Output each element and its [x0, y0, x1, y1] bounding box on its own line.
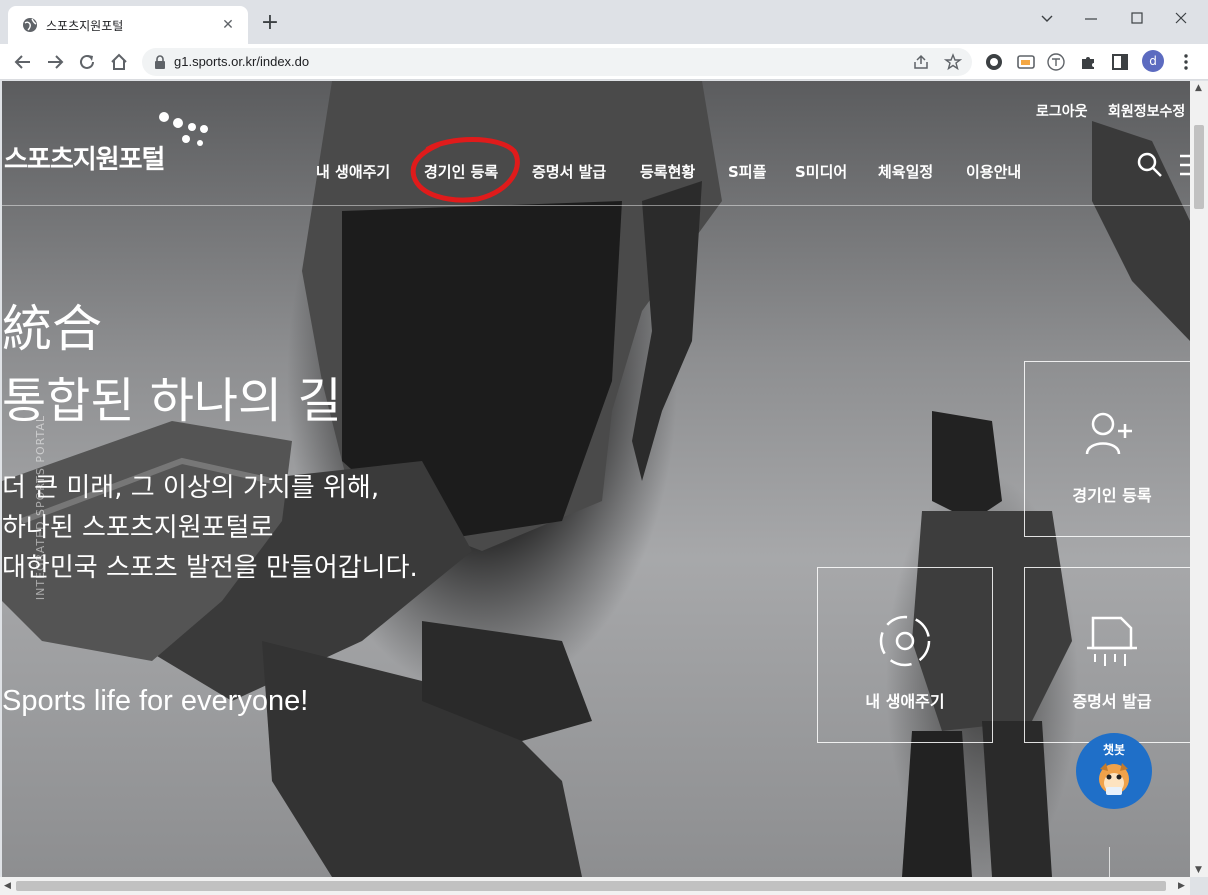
user-add-icon [1085, 412, 1132, 455]
reload-icon[interactable] [76, 51, 98, 73]
quick-athlete-registration[interactable]: 경기인 등록 [1024, 361, 1190, 537]
new-tab-button[interactable]: + [258, 12, 282, 36]
scroll-left-icon[interactable]: ◀ [4, 881, 11, 891]
nav-registration-status[interactable]: 등록현황 [640, 161, 695, 182]
tab-search-icon[interactable] [1032, 6, 1062, 30]
logo-dots-icon [159, 112, 208, 146]
back-icon[interactable] [12, 51, 34, 73]
hero-english-slogan: Sports life for everyone! [2, 685, 309, 717]
edit-member-info-link[interactable]: 회원정보수정 [1108, 101, 1185, 121]
cast-icon[interactable] [1016, 52, 1036, 72]
logout-link[interactable]: 로그아웃 [1036, 101, 1088, 121]
more-menu-icon[interactable] [1176, 52, 1196, 72]
browser-titlebar: 스포츠지원포털 ✕ + [0, 0, 1208, 44]
vertical-scrollbar[interactable]: ▲ ▼ [1190, 81, 1208, 877]
chatbot-label: 챗봇 [1102, 743, 1126, 757]
scroll-right-icon[interactable]: ▶ [1178, 881, 1185, 891]
hero-hanja: 統合 [2, 300, 102, 358]
home-icon[interactable] [108, 51, 130, 73]
nav-certificate[interactable]: 증명서 발급 [532, 161, 606, 182]
nav-s-people[interactable]: S피플 [728, 161, 766, 182]
horizontal-scrollbar[interactable]: ◀ ▶ [0, 877, 1190, 895]
hero-line-2: 하나된 스포츠지원포털로 [2, 513, 274, 543]
extension-icon[interactable] [984, 52, 1004, 72]
lifecycle-icon [879, 615, 931, 667]
scroll-indicator-line [1109, 847, 1110, 877]
hero-line-3: 대한민국 스포츠 발전을 만들어갑니다. [2, 553, 418, 583]
nav-lifecycle[interactable]: 내 생애주기 [316, 161, 390, 182]
certificate-icon [1087, 616, 1137, 666]
url-text: g1.sports.or.kr/index.do [174, 54, 310, 69]
share-icon[interactable] [912, 53, 930, 71]
scroll-up-icon[interactable]: ▲ [1195, 83, 1202, 93]
maximize-icon[interactable] [1122, 6, 1152, 30]
close-window-icon[interactable] [1166, 6, 1196, 30]
tab-title: 스포츠지원포털 [46, 19, 124, 33]
hamburger-menu-icon[interactable] [1178, 153, 1190, 177]
translate-extension-icon[interactable] [1046, 52, 1066, 72]
quick-lifecycle[interactable]: 내 생애주기 [817, 567, 993, 743]
quick-certificate[interactable]: 증명서 발급 [1024, 567, 1190, 743]
horizontal-scroll-thumb[interactable] [16, 881, 1166, 891]
lock-icon [155, 55, 165, 69]
puzzle-icon[interactable] [1078, 52, 1098, 72]
page-viewport: 로그아웃 회원정보수정 스포츠지원포털 내 생애주기 경기인 등록 증명서 발급… [2, 81, 1190, 877]
bookmark-star-icon[interactable] [944, 53, 962, 71]
logo-text: 스포츠지원포털 [4, 145, 165, 175]
search-icon[interactable] [1136, 151, 1164, 179]
globe-icon [23, 18, 37, 32]
profile-avatar[interactable]: d [1142, 50, 1164, 72]
site-logo[interactable]: 스포츠지원포털 [4, 111, 214, 181]
hero-line-1: 더 큰 미래, 그 이상의 가치를 위해, [2, 473, 380, 503]
nav-guide[interactable]: 이용안내 [966, 161, 1021, 182]
quick-label: 내 생애주기 [865, 692, 945, 711]
forward-icon[interactable] [44, 51, 66, 73]
quick-label: 경기인 등록 [1072, 486, 1152, 505]
minimize-icon[interactable] [1076, 6, 1106, 30]
nav-s-media[interactable]: S미디어 [795, 161, 847, 182]
vertical-scroll-thumb[interactable] [1194, 125, 1204, 209]
quick-label: 증명서 발급 [1072, 692, 1152, 711]
scroll-down-icon[interactable]: ▼ [1195, 865, 1202, 875]
browser-toolbar: g1.sports.or.kr/index.do d [0, 44, 1208, 80]
browser-tab[interactable]: 스포츠지원포털 ✕ [8, 6, 248, 44]
nav-sports-schedule[interactable]: 체육일정 [878, 161, 933, 182]
hero-title: 통합된 하나의 길 [2, 373, 342, 429]
header-divider [2, 205, 1190, 206]
tab-close-icon[interactable]: ✕ [218, 15, 238, 35]
address-bar[interactable]: g1.sports.or.kr/index.do [142, 48, 972, 76]
side-panel-icon[interactable] [1110, 52, 1130, 72]
red-circle-annotation [410, 137, 520, 203]
chatbot-button[interactable]: 챗봇 [1076, 733, 1152, 809]
chatbot-mascot-icon [1099, 763, 1129, 795]
